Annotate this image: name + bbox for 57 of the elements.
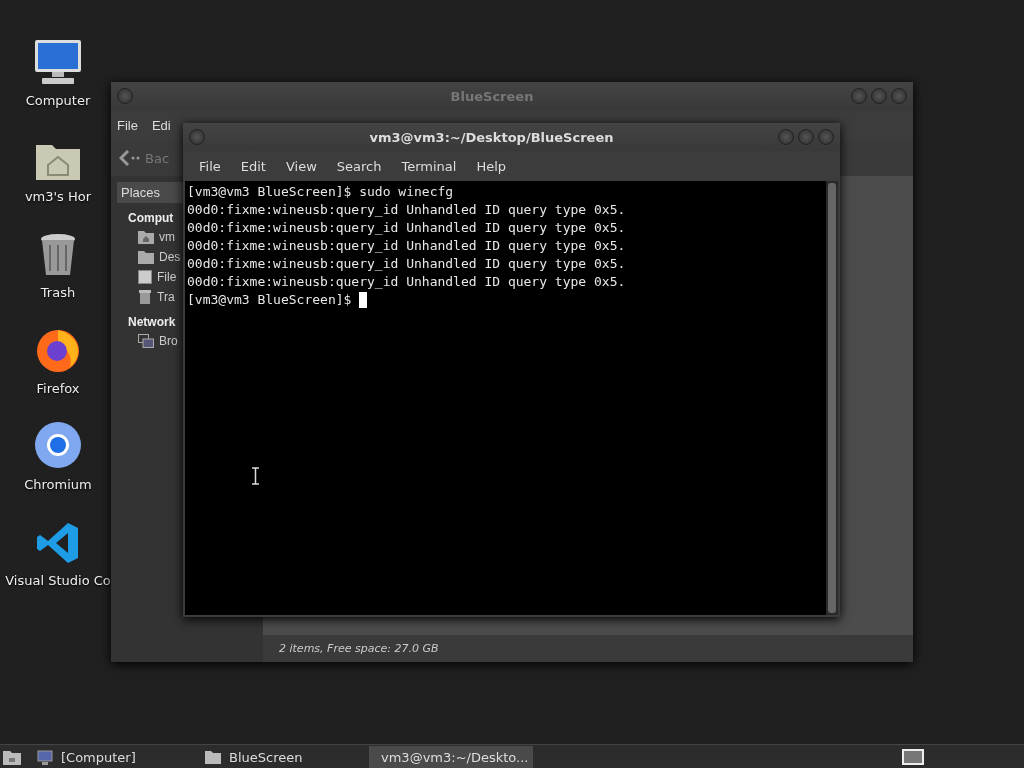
desktop-icon-label[interactable]: vm3's Hor bbox=[24, 189, 92, 204]
sidebar-heading: Network bbox=[127, 314, 177, 331]
menu-item[interactable]: Terminal bbox=[391, 158, 467, 174]
menu-item[interactable]: Search bbox=[326, 158, 392, 174]
terminal-line: 00d0:fixme:wineusb:query_id Unhandled ID query type 0x5. bbox=[187, 237, 627, 255]
menu-item[interactable]: Help bbox=[466, 158, 517, 174]
sidebar-item[interactable]: Tra bbox=[157, 290, 175, 304]
desktop-icon-label[interactable]: Firefox bbox=[36, 381, 80, 396]
drive-icon bbox=[138, 270, 152, 284]
show-desktop-icon[interactable] bbox=[902, 749, 924, 765]
menu-item[interactable]: File bbox=[117, 117, 138, 133]
folder-icon bbox=[205, 750, 221, 764]
menu-item[interactable]: View bbox=[275, 158, 327, 174]
sidebar-item[interactable]: Des bbox=[159, 250, 181, 264]
computer-icon bbox=[34, 39, 82, 85]
sidebar-item[interactable]: File bbox=[157, 270, 177, 284]
terminal-line: 00d0:fixme:wineusb:query_id Unhandled ID query type 0x5. bbox=[187, 273, 627, 291]
window-button[interactable] bbox=[778, 129, 794, 145]
vscode-icon bbox=[36, 521, 80, 565]
trash-icon bbox=[138, 290, 152, 304]
network-icon bbox=[138, 334, 154, 348]
window-button[interactable] bbox=[891, 88, 907, 104]
window-button[interactable] bbox=[189, 129, 205, 145]
text-cursor-block bbox=[359, 292, 368, 308]
home-folder-icon bbox=[138, 230, 154, 244]
status-bar: 2 items, Free space: 27.0 GB bbox=[263, 635, 913, 662]
chromium-icon bbox=[34, 421, 82, 469]
menu-item[interactable]: File bbox=[189, 158, 231, 174]
trash-icon bbox=[39, 233, 77, 277]
sidebar-item[interactable]: Bro bbox=[159, 334, 178, 348]
folder-icon[interactable] bbox=[3, 749, 21, 765]
desktop-icon-label[interactable]: Chromium bbox=[24, 477, 92, 492]
scrollbar[interactable] bbox=[826, 181, 838, 615]
folder-icon bbox=[138, 250, 154, 264]
sidebar-tab[interactable]: Places bbox=[117, 182, 185, 203]
desktop-icon-label[interactable]: Computer bbox=[25, 93, 91, 108]
window-title: vm3@vm3:~/Desktop/BlueScreen bbox=[368, 129, 615, 145]
desktop-icon-label[interactable]: Visual Studio Co bbox=[5, 573, 111, 588]
taskbar-item[interactable]: vm3@vm3:~/Deskto... bbox=[369, 746, 533, 768]
menu-item[interactable]: Edit bbox=[230, 158, 276, 174]
window-button[interactable] bbox=[851, 88, 867, 104]
terminal-line: 00d0:fixme:wineusb:query_id Unhandled ID query type 0x5. bbox=[187, 201, 627, 219]
text-cursor-icon bbox=[251, 467, 260, 485]
menu-item[interactable]: Edi bbox=[151, 117, 171, 133]
terminal-line: [vm3@vm3 BlueScreen]$ sudo winecfg bbox=[187, 183, 455, 201]
sidebar-item[interactable]: vm bbox=[159, 230, 175, 244]
terminal-line: 00d0:fixme:wineusb:query_id Unhandled ID query type 0x5. bbox=[187, 255, 627, 273]
terminal-line: 00d0:fixme:wineusb:query_id Unhandled ID query type 0x5. bbox=[187, 219, 627, 237]
window-title: BlueScreen bbox=[449, 88, 535, 104]
terminal-prompt: [vm3@vm3 BlueScreen]$ bbox=[187, 291, 352, 309]
window-button[interactable] bbox=[871, 88, 887, 104]
desktop-icon-label[interactable]: Trash bbox=[40, 285, 76, 300]
window-button[interactable] bbox=[798, 129, 814, 145]
window-button[interactable] bbox=[818, 129, 834, 145]
window-button[interactable] bbox=[117, 88, 133, 104]
firefox-icon bbox=[35, 327, 81, 373]
computer-icon bbox=[37, 749, 53, 765]
